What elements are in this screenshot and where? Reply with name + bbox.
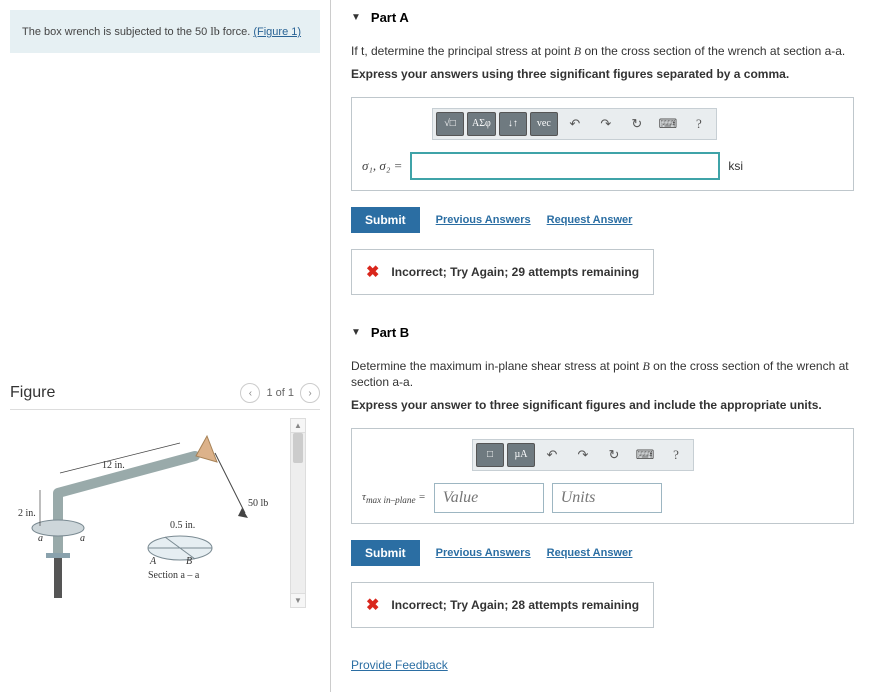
incorrect-icon: ✖	[366, 262, 379, 282]
scroll-up-icon[interactable]: ▲	[291, 419, 305, 433]
undo-button[interactable]: ↶	[561, 112, 589, 136]
scroll-thumb[interactable]	[293, 433, 303, 463]
part-a-request-answer-link[interactable]: Request Answer	[547, 214, 633, 226]
part-b-toolbar: □ µA ↶ ↷ ↻ ⌨ ?	[472, 439, 694, 471]
fig-label-vdim: 2 in.	[18, 508, 36, 519]
part-b-prev-answers-link[interactable]: Previous Answers	[436, 547, 531, 559]
part-b-feedback: ✖ Incorrect; Try Again; 28 attempts rema…	[351, 582, 654, 628]
part-b-answer-block: □ µA ↶ ↷ ↻ ⌨ ? τmax in–plane =	[351, 428, 854, 524]
greek-button[interactable]: ΑΣφ	[467, 112, 496, 136]
scroll-down-icon[interactable]: ▼	[291, 593, 305, 607]
part-a-prompt: If t, determine the principal stress at …	[351, 43, 854, 60]
problem-statement: The box wrench is subjected to the 50 lb…	[10, 10, 320, 53]
fig-label-force: 50 lb	[248, 498, 268, 509]
part-a-answer-input[interactable]	[410, 152, 720, 180]
incorrect-icon: ✖	[366, 595, 379, 615]
part-b-feedback-text: Incorrect; Try Again; 28 attempts remain…	[391, 598, 639, 612]
part-b-title: Part B	[371, 325, 409, 340]
figure-image: 12 in. 2 in. 50 lb 0.5 in. a a A B Secti…	[10, 418, 290, 608]
part-a-var-label: σ₁, σ₂ =	[362, 158, 402, 174]
part-b-header[interactable]: ▼ Part B	[351, 325, 854, 340]
part-a-answer-block: √□ ΑΣφ ↓↑ vec ↶ ↷ ↻ ⌨ ? σ₁, σ₂ = ksi	[351, 97, 854, 191]
undo-button[interactable]: ↶	[538, 443, 566, 467]
part-a-submit-button[interactable]: Submit	[351, 207, 420, 233]
part-a-toolbar: √□ ΑΣφ ↓↑ vec ↶ ↷ ↻ ⌨ ?	[432, 108, 717, 140]
fig-label-section: Section a – a	[148, 570, 199, 581]
fig-label-hdim: 12 in.	[102, 460, 125, 471]
figure-link[interactable]: (Figure 1)	[253, 26, 301, 38]
figure-title: Figure	[10, 384, 55, 402]
part-a-feedback: ✖ Incorrect; Try Again; 29 attempts rema…	[351, 249, 654, 295]
part-b: ▼ Part B Determine the maximum in-plane …	[351, 325, 854, 628]
units-button[interactable]: µA	[507, 443, 535, 467]
keyboard-button[interactable]: ⌨	[631, 443, 659, 467]
fig-label-B: B	[186, 556, 192, 567]
part-a-header[interactable]: ▼ Part A	[351, 10, 854, 25]
figure-prev-button[interactable]: ‹	[240, 383, 260, 403]
fig-label-radius: 0.5 in.	[170, 520, 195, 531]
templates-button[interactable]: □	[476, 443, 504, 467]
problem-force-unit: lb	[210, 24, 219, 38]
part-a: ▼ Part A If t, determine the principal s…	[351, 10, 854, 295]
vec-button[interactable]: vec	[530, 112, 558, 136]
templates-button[interactable]: √□	[436, 112, 464, 136]
figure-nav-label: 1 of 1	[266, 387, 294, 399]
keyboard-button[interactable]: ⌨	[654, 112, 682, 136]
problem-force-value: 50	[195, 26, 207, 38]
part-a-unit: ksi	[728, 159, 743, 173]
fig-label-A: A	[150, 556, 156, 567]
figure-scrollbar[interactable]: ▲ ▼	[290, 418, 306, 608]
fig-label-a-right: a	[80, 533, 85, 544]
part-b-instruction: Express your answer to three significant…	[351, 397, 854, 414]
part-a-instruction: Express your answers using three signifi…	[351, 66, 854, 83]
part-b-prompt: Determine the maximum in-plane shear str…	[351, 358, 854, 392]
problem-text-suffix: force.	[220, 26, 251, 38]
part-b-units-input[interactable]	[552, 483, 662, 513]
figure-next-button[interactable]: ›	[300, 383, 320, 403]
part-a-feedback-text: Incorrect; Try Again; 29 attempts remain…	[391, 265, 639, 279]
subsup-button[interactable]: ↓↑	[499, 112, 527, 136]
reset-button[interactable]: ↻	[600, 443, 628, 467]
problem-text-prefix: The box wrench is subjected to the	[22, 26, 195, 38]
part-a-prev-answers-link[interactable]: Previous Answers	[436, 214, 531, 226]
part-b-request-answer-link[interactable]: Request Answer	[547, 547, 633, 559]
redo-button[interactable]: ↷	[592, 112, 620, 136]
part-b-var-label: τmax in–plane =	[362, 491, 426, 505]
part-b-submit-button[interactable]: Submit	[351, 540, 420, 566]
redo-button[interactable]: ↷	[569, 443, 597, 467]
fig-label-a-left: a	[38, 533, 43, 544]
help-button[interactable]: ?	[662, 443, 690, 467]
part-a-title: Part A	[371, 10, 409, 25]
caret-down-icon: ▼	[351, 12, 361, 23]
part-b-value-input[interactable]	[434, 483, 544, 513]
caret-down-icon: ▼	[351, 327, 361, 338]
help-button[interactable]: ?	[685, 112, 713, 136]
provide-feedback-link[interactable]: Provide Feedback	[351, 658, 448, 672]
reset-button[interactable]: ↻	[623, 112, 651, 136]
